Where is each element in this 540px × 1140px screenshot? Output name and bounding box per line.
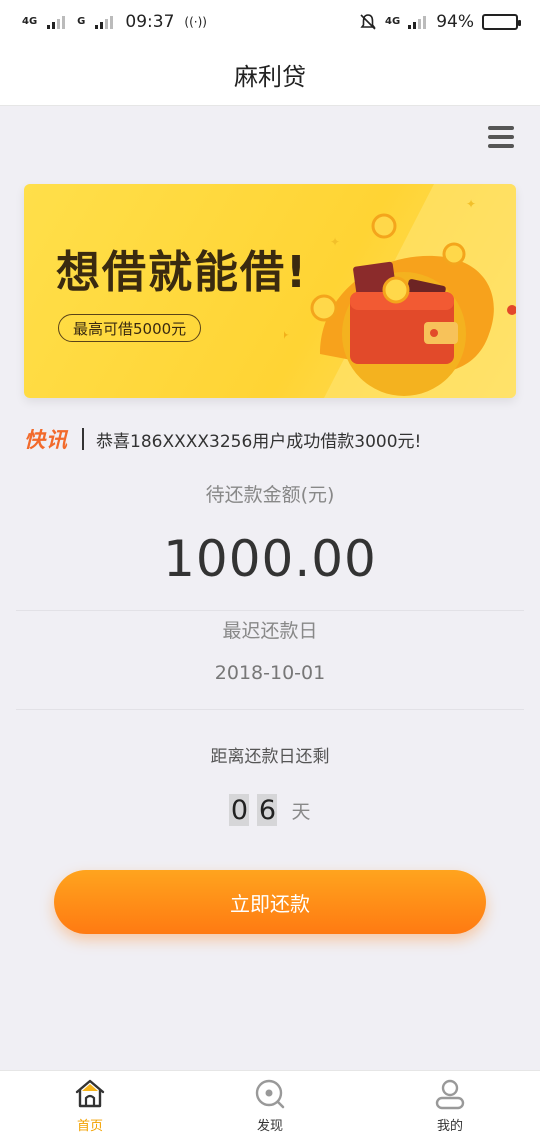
countdown: 0 6 天 bbox=[0, 794, 540, 826]
network-label-right: 4G bbox=[385, 16, 401, 27]
divider bbox=[16, 610, 524, 611]
svg-text:✦: ✦ bbox=[466, 197, 476, 211]
remaining-days-label: 距离还款日还剩 bbox=[210, 747, 330, 767]
battery-percent: 94% bbox=[436, 12, 474, 32]
network-label-1: 4G bbox=[22, 16, 38, 27]
menu-icon[interactable] bbox=[488, 126, 514, 148]
banner-limit-pill: 最高可借5000元 bbox=[58, 314, 202, 342]
wallet-illustration-icon: ✦ ✦ ✦ bbox=[284, 184, 516, 398]
home-icon bbox=[75, 1079, 105, 1108]
app-title: 麻利贷 bbox=[234, 63, 306, 91]
status-right: 4G 94% bbox=[359, 12, 521, 32]
divider bbox=[16, 709, 524, 710]
status-left: 4G G 09:37 ((·)) bbox=[22, 12, 207, 32]
svg-text:✦: ✦ bbox=[330, 235, 340, 249]
profile-icon bbox=[435, 1079, 465, 1110]
tab-home[interactable]: 首页 bbox=[0, 1071, 180, 1140]
repay-now-button[interactable]: 立即还款 bbox=[54, 870, 486, 934]
ticker-message: 恭喜186XXXX3256用户成功借款3000元! bbox=[96, 431, 422, 452]
network-label-2: G bbox=[77, 16, 86, 27]
tab-label: 我的 bbox=[436, 1119, 463, 1134]
tab-label: 发现 bbox=[256, 1119, 283, 1134]
tab-label: 首页 bbox=[76, 1119, 103, 1134]
signal-icon-right bbox=[408, 15, 427, 29]
discover-icon bbox=[255, 1079, 285, 1109]
tab-discover[interactable]: 发现 bbox=[180, 1071, 360, 1140]
svg-text:✦: ✦ bbox=[284, 328, 290, 344]
bottom-tab-bar: 首页 发现 我的 bbox=[0, 1070, 540, 1140]
amount-value: 1000.00 bbox=[163, 530, 377, 588]
banner-slogan: 想借就能借! bbox=[56, 247, 309, 298]
status-bar: 4G G 09:37 ((·)) 4G 94% bbox=[0, 0, 540, 44]
ticker-divider bbox=[82, 428, 84, 450]
status-time: 09:37 bbox=[125, 12, 175, 32]
amount-label: 待还款金额(元) bbox=[205, 484, 335, 506]
battery-icon bbox=[482, 14, 521, 30]
mute-bell-icon bbox=[360, 14, 376, 30]
countdown-digit: 0 bbox=[229, 794, 250, 826]
title-bar: 麻利贷 bbox=[0, 44, 540, 106]
ticker-badge: 快讯 bbox=[24, 428, 68, 452]
hotspot-icon: ((·)) bbox=[184, 15, 207, 29]
promo-banner[interactable]: 想借就能借! 最高可借5000元 ✦ ✦ ✦ bbox=[24, 184, 516, 398]
countdown-unit: 天 bbox=[291, 800, 311, 823]
due-date-value: 2018-10-01 bbox=[214, 662, 326, 684]
signal-icon bbox=[47, 15, 66, 29]
tab-profile[interactable]: 我的 bbox=[360, 1071, 540, 1140]
signal-icon-2 bbox=[95, 15, 114, 29]
countdown-digit: 6 bbox=[257, 794, 278, 826]
due-date-label: 最迟还款日 bbox=[222, 620, 318, 642]
news-ticker: 快讯 恭喜186XXXX3256用户成功借款3000元! bbox=[24, 424, 421, 454]
